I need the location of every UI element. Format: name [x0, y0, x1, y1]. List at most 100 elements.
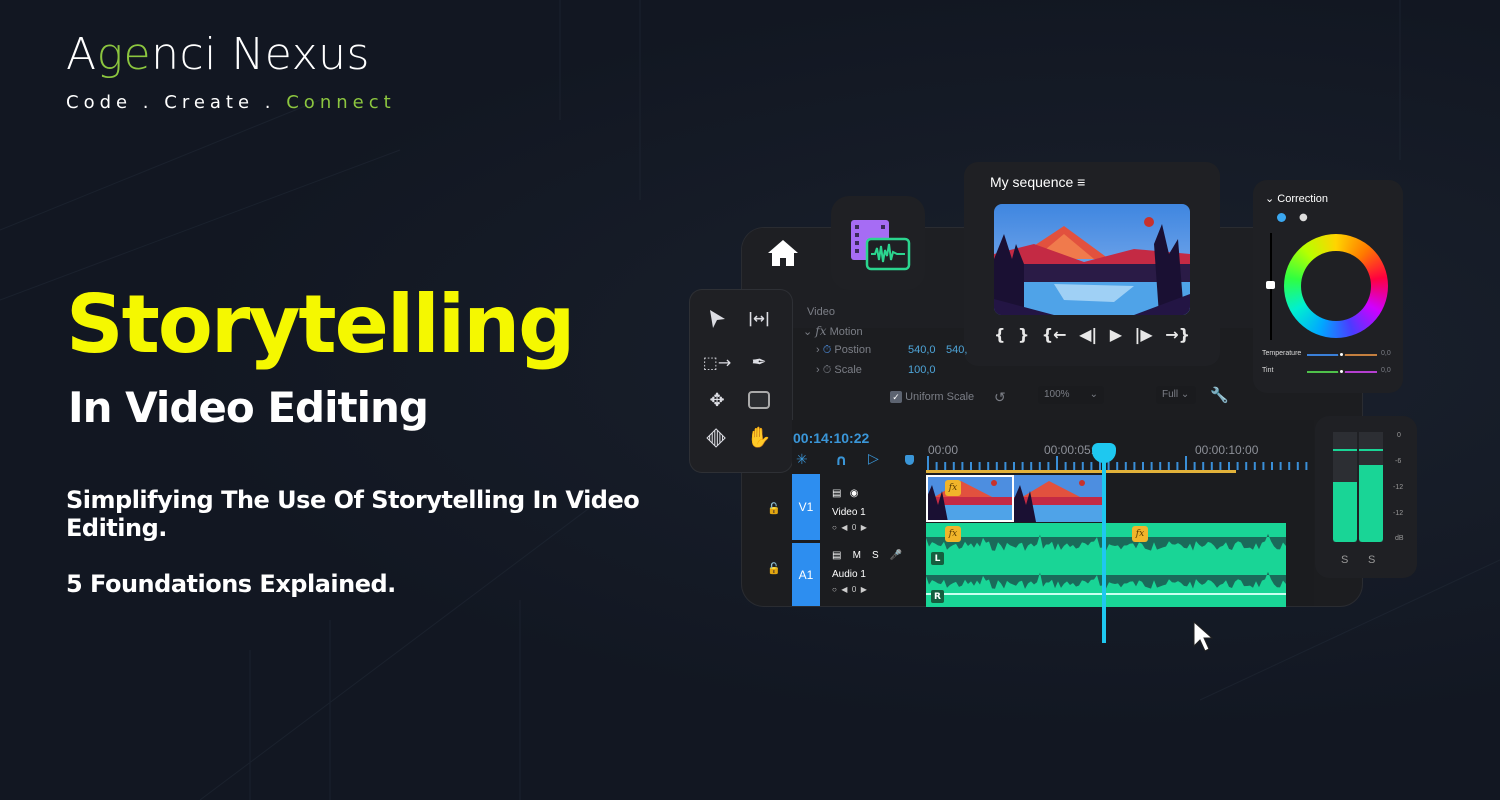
go-to-in-icon[interactable]: {←: [1042, 325, 1067, 344]
position-x-value[interactable]: 540,0: [908, 344, 936, 356]
stopwatch-icon[interactable]: ⏱: [823, 364, 832, 376]
mark-in-icon[interactable]: {: [994, 325, 1005, 344]
go-to-out-icon[interactable]: →}: [1165, 325, 1190, 344]
tint-handle[interactable]: [1338, 368, 1345, 375]
temperature-label: Temperature: [1262, 350, 1302, 357]
meter-scale-2: -12: [1393, 484, 1404, 491]
video-audio-icon: [851, 220, 911, 271]
temperature-handle[interactable]: [1338, 351, 1345, 358]
linked-selection-icon[interactable]: ▷: [868, 451, 879, 467]
audio-keyframe-nav[interactable]: ○ ◀ 0 ▶: [832, 585, 867, 594]
motion-effect-row[interactable]: ⌄ fx Motion: [803, 324, 863, 338]
chevron-down-icon: ⌄: [803, 326, 813, 338]
marker-icon[interactable]: [905, 455, 914, 465]
hamburger-icon[interactable]: ≡: [1077, 174, 1085, 190]
media-tile[interactable]: [831, 196, 925, 290]
color-wheel[interactable]: [1284, 234, 1388, 338]
video-keyframe-nav[interactable]: ○ ◀ 0 ▶: [832, 523, 867, 532]
hero-description: Simplifying The Use Of Storytelling In V…: [66, 486, 640, 542]
position-row: › ⏱ Postion: [816, 344, 872, 356]
step-back-icon[interactable]: ◀|: [1079, 325, 1097, 344]
audio-meter-panel: 0 -6 -12 -12 dB S S: [1315, 416, 1417, 578]
rectangle-tool-icon[interactable]: [744, 385, 774, 415]
brand-name: Agenci Nexus: [66, 29, 370, 80]
meter-level-right: [1359, 465, 1383, 542]
temperature-value: 0,0: [1381, 350, 1391, 357]
snap-icon[interactable]: ✳: [796, 452, 808, 468]
ripple-edit-tool-icon[interactable]: |↔|: [744, 304, 774, 334]
track-tag-a1[interactable]: A1: [792, 543, 820, 606]
wrench-icon[interactable]: 🔧: [1210, 386, 1229, 404]
fx-badge[interactable]: fx: [1132, 526, 1148, 542]
luma-slider-handle[interactable]: [1266, 281, 1275, 289]
fx-icon: fx: [815, 324, 827, 338]
mute-button[interactable]: M: [853, 550, 861, 561]
eye-icon[interactable]: ◉: [850, 488, 859, 499]
zoom-select[interactable]: 100% ⌄: [1038, 386, 1104, 404]
lock-icon[interactable]: 🔓: [767, 562, 781, 575]
position-label: Postion: [834, 344, 872, 356]
tools-panel: |↔| ⬚→ ✒ ✥ ▧ ✋: [690, 290, 792, 472]
position-y-value[interactable]: 540,: [946, 344, 967, 356]
ruler-label-2: 00:00:10:00: [1195, 443, 1259, 457]
home-icon[interactable]: [766, 238, 800, 268]
fx-badge[interactable]: fx: [945, 526, 961, 542]
chevron-down-icon: ⌄: [1180, 389, 1190, 400]
solo-right-button[interactable]: S: [1368, 554, 1375, 566]
scale-row: › ⏱ Scale: [816, 364, 862, 376]
uniform-scale-label: Uniform Scale: [905, 391, 975, 403]
rgb-mode-icon[interactable]: ●: [1299, 212, 1308, 223]
tint-label: Tint: [1262, 367, 1274, 374]
sync-lock-icon[interactable]: ▤: [832, 550, 841, 561]
meter-peak-left: [1333, 449, 1357, 451]
selection-tool-icon[interactable]: [702, 304, 732, 334]
scale-label: Scale: [834, 364, 862, 376]
microphone-icon[interactable]: 🎤: [890, 550, 902, 561]
channel-left-label: L: [931, 552, 944, 565]
ruler-label-0: 00:00: [928, 443, 959, 457]
step-forward-icon[interactable]: |▶: [1135, 325, 1153, 344]
play-icon[interactable]: ▶: [1110, 325, 1122, 344]
meter-scale-3: -12: [1393, 510, 1404, 517]
brand-logo: Agenci Nexus Code . Create . Connect: [66, 29, 396, 114]
pen-tool-icon[interactable]: ✒: [744, 347, 774, 377]
quality-select[interactable]: Full ⌄: [1156, 386, 1196, 404]
uniform-scale-checkbox[interactable]: ✓ Uniform Scale: [890, 391, 974, 403]
hero-subtitle: In Video Editing: [68, 383, 429, 432]
meter-peak-right: [1359, 449, 1383, 451]
scale-value[interactable]: 100,0: [908, 364, 936, 376]
hand-tool-icon[interactable]: ✋: [744, 422, 774, 452]
solo-button[interactable]: S: [872, 550, 879, 561]
magnet-icon[interactable]: ∩: [835, 451, 847, 469]
track-tag-v1[interactable]: V1: [792, 474, 820, 540]
mouse-cursor-icon: [1193, 620, 1214, 652]
mark-out-icon[interactable]: }: [1018, 325, 1029, 344]
landscape-image: [994, 204, 1190, 315]
color-mode-dot-icon[interactable]: [1277, 213, 1286, 222]
timecode[interactable]: 00:14:10:22: [793, 430, 869, 446]
brand-tagline: Code . Create . Connect: [66, 92, 396, 113]
meter-scale-4: dB: [1395, 535, 1404, 542]
razor-tool-icon[interactable]: ▧: [696, 416, 738, 458]
chevron-down-icon[interactable]: ⌄: [1265, 193, 1274, 205]
lock-icon[interactable]: 🔓: [767, 502, 781, 515]
fx-badge[interactable]: fx: [945, 480, 961, 496]
stopwatch-icon[interactable]: ⏱: [823, 344, 832, 356]
brand-mark: ge: [96, 29, 152, 80]
color-correction-panel: ⌄ Correction ● Temperature 0,0 Tint 0,0: [1253, 180, 1403, 393]
meter-scale-1: -6: [1395, 458, 1402, 465]
solo-left-button[interactable]: S: [1341, 554, 1348, 566]
sequence-monitor: My sequence ≡ { } {← ◀| ▶ |▶ →}: [964, 162, 1220, 366]
audio-track-controls: ▤ M S 🎤: [832, 550, 902, 561]
effect-section-label: Video: [807, 306, 835, 318]
reset-icon[interactable]: ↺: [994, 389, 1006, 406]
track-select-tool-icon[interactable]: ⬚→: [702, 347, 732, 377]
sync-lock-icon[interactable]: ▤: [832, 488, 841, 499]
work-area-bar[interactable]: [926, 470, 1236, 473]
sequence-title: My sequence: [990, 174, 1074, 190]
move-tool-icon[interactable]: ✥: [702, 385, 732, 415]
transport-controls: { } {← ◀| ▶ |▶ →}: [994, 325, 1190, 344]
correction-title: Correction: [1277, 193, 1329, 205]
sequence-preview: [994, 204, 1190, 315]
timeline-ruler[interactable]: [926, 456, 1316, 476]
